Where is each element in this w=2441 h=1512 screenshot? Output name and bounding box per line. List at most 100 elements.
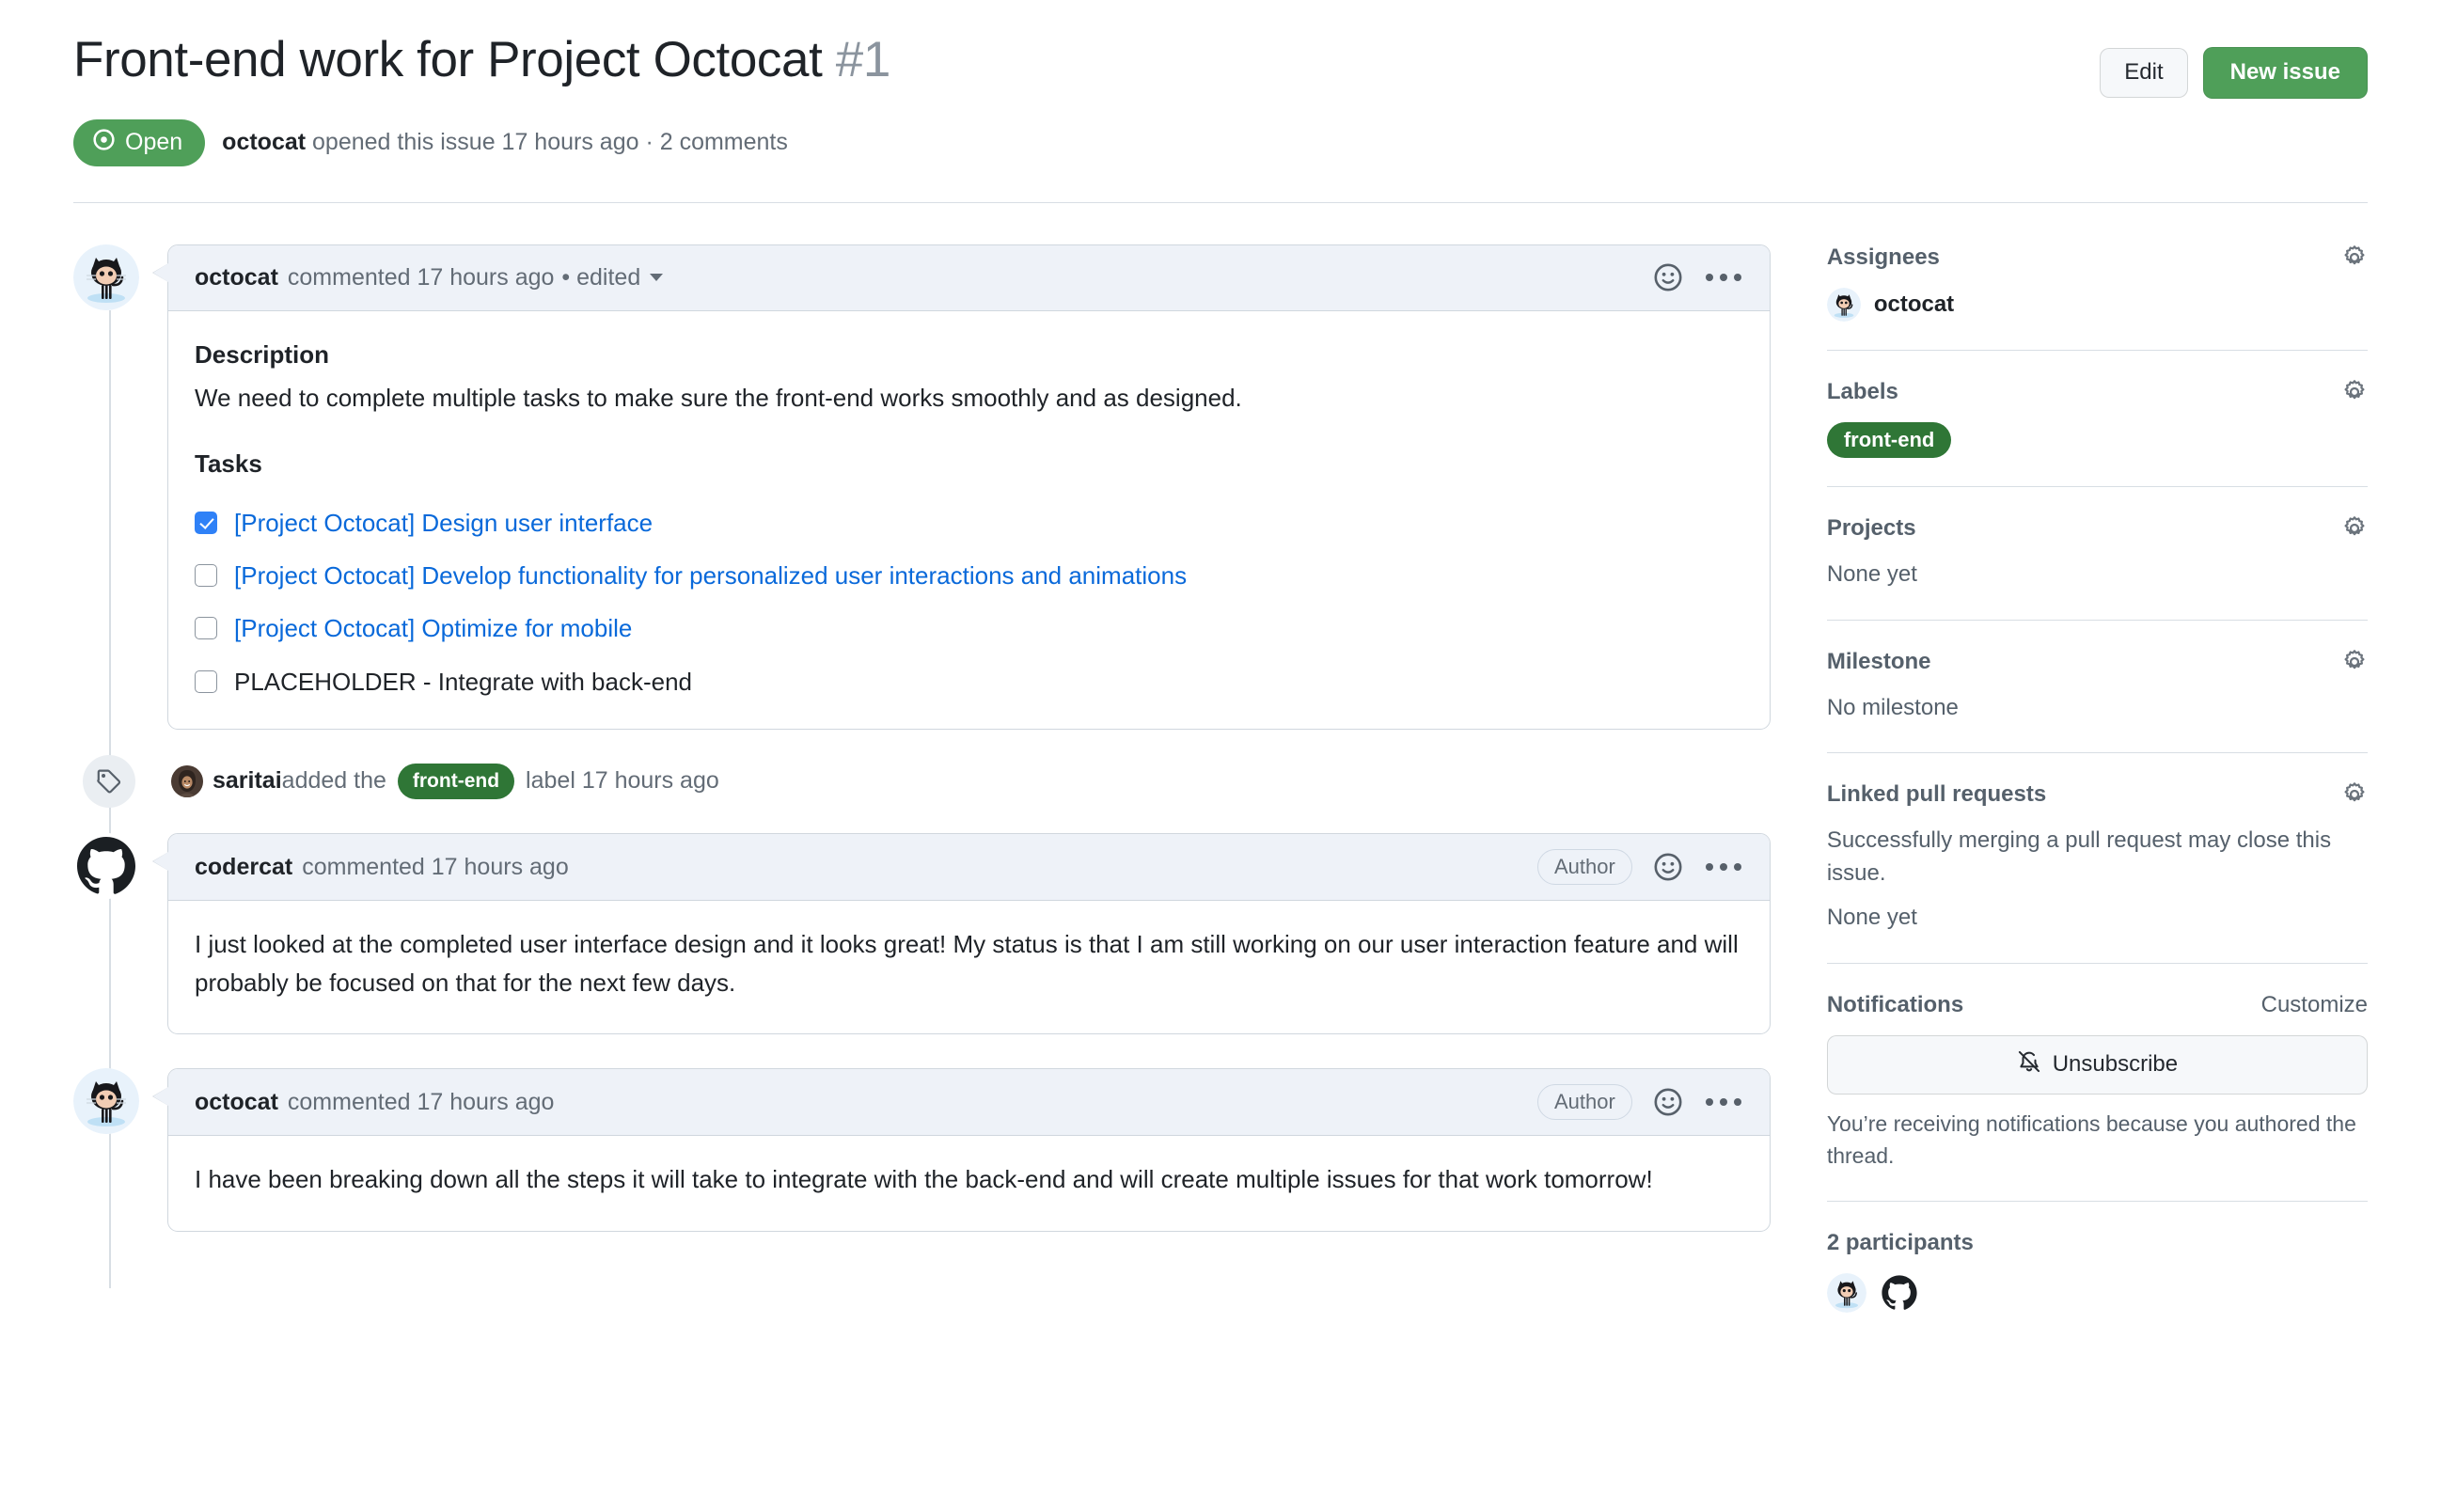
milestone-value: No milestone xyxy=(1826,694,1959,720)
sidebar-section-linked-prs: Linked pull requests Successfully mergin… xyxy=(1826,781,2368,964)
issue-page: Front-end work for Project Octocat #1 Ed… xyxy=(0,0,2441,1512)
task-checkbox[interactable] xyxy=(195,564,217,588)
task-list: [Project Octocat] Design user interface … xyxy=(195,504,1743,701)
title-row: Front-end work for Project Octocat #1 Ed… xyxy=(73,30,2368,99)
gear-icon[interactable] xyxy=(2341,244,2368,271)
author-badge: Author xyxy=(1537,848,1632,886)
comment-edited[interactable]: • edited xyxy=(561,263,664,291)
avatar-codercat[interactable] xyxy=(1879,1272,1919,1313)
projects-value: None yet xyxy=(1826,560,1917,587)
avatar-saritai[interactable] xyxy=(171,764,203,797)
task-label[interactable]: [Project Octocat] Develop functionality … xyxy=(234,557,1187,594)
participants-avatars xyxy=(1826,1272,2368,1313)
reaction-smiley-icon[interactable] xyxy=(1653,262,1683,292)
gear-icon[interactable] xyxy=(2341,379,2368,405)
status-badge: Open xyxy=(73,118,206,166)
sidebar-section-header: Milestone xyxy=(1827,649,2368,675)
comment-timestamp: commented 17 hours ago xyxy=(302,853,569,880)
comment-menu-icon[interactable] xyxy=(1704,1093,1743,1111)
comment-menu-icon[interactable] xyxy=(1704,268,1743,287)
comment-author[interactable]: codercat xyxy=(195,854,292,881)
event-post-text: label 17 hours ago xyxy=(526,767,719,795)
sidebar-section-projects: Projects None yet xyxy=(1826,515,2368,621)
chevron-down-icon xyxy=(650,274,664,282)
sidebar-section-header: Notifications Customize xyxy=(1827,992,2368,1018)
edit-button[interactable]: Edit xyxy=(2100,48,2188,98)
event-actor[interactable]: saritai xyxy=(213,767,282,795)
unsubscribe-label: Unsubscribe xyxy=(2052,1051,2179,1078)
issue-content: octocat commented 17 hours ago • edited xyxy=(0,244,2441,1369)
sidebar-section-header: Labels xyxy=(1827,379,2368,405)
timeline-gap xyxy=(73,1033,1771,1068)
comment-body: I have been breaking down all the steps … xyxy=(195,1165,1653,1194)
sidebar-title-labels: Labels xyxy=(1826,378,1898,404)
label-badge[interactable]: front-end xyxy=(397,764,515,799)
timeline-rail xyxy=(109,1033,111,1068)
task-item: [Project Octocat] Develop functionality … xyxy=(195,557,1743,594)
sidebar-section-labels: Labels front-end xyxy=(1826,379,2368,487)
sidebar-title-assignees: Assignees xyxy=(1826,244,1940,270)
sidebar-section-header: Assignees xyxy=(1827,244,2368,271)
issue-author-link[interactable]: octocat xyxy=(222,129,306,155)
gear-icon[interactable] xyxy=(2341,515,2368,542)
task-label[interactable]: [Project Octocat] Design user interface xyxy=(234,504,653,542)
avatar-octocat[interactable] xyxy=(1826,287,1861,322)
sidebar-section-header: Projects xyxy=(1827,515,2368,542)
linked-prs-value: None yet xyxy=(1826,904,1917,930)
comment-box: octocat commented 17 hours ago Author I … xyxy=(152,1067,1771,1232)
issue-open-icon xyxy=(92,128,116,158)
comment-box: octocat commented 17 hours ago • edited xyxy=(152,244,1771,730)
comment-menu-icon[interactable] xyxy=(1704,858,1743,876)
comment-header: codercat commented 17 hours ago Author xyxy=(168,833,1770,902)
issue-meta-text: octocat opened this issue 17 hours ago ·… xyxy=(222,129,788,156)
avatar-octocat[interactable] xyxy=(1826,1272,1866,1313)
customize-notifications-link[interactable]: Customize xyxy=(2261,992,2368,1018)
sidebar-title-projects: Projects xyxy=(1826,514,1916,541)
assignee-row: octocat xyxy=(1826,287,2368,322)
gear-icon[interactable] xyxy=(2341,649,2368,675)
sidebar-section-notifications: Notifications Customize Unsubscribe You’… xyxy=(1826,992,2368,1202)
assignee-name[interactable]: octocat xyxy=(1874,291,1954,318)
task-checkbox[interactable] xyxy=(195,511,217,534)
comment-byline: codercat commented 17 hours ago xyxy=(195,854,569,881)
participants-title: 2 participants xyxy=(1826,1229,1974,1255)
comment-box: codercat commented 17 hours ago Author I… xyxy=(152,832,1771,1034)
timeline-comment-1: octocat commented 17 hours ago • edited xyxy=(73,244,1771,764)
issue-number: #1 xyxy=(835,32,891,87)
gear-icon[interactable] xyxy=(2341,781,2368,808)
unsubscribe-button[interactable]: Unsubscribe xyxy=(1826,1034,2368,1095)
task-label: PLACEHOLDER - Integrate with back-end xyxy=(234,667,692,696)
issue-header: Front-end work for Project Octocat #1 Ed… xyxy=(0,0,2441,202)
sidebar-title-notifications: Notifications xyxy=(1826,991,1964,1017)
comment-author[interactable]: octocat xyxy=(195,264,278,291)
sidebar-section-milestone: Milestone No milestone xyxy=(1826,649,2368,754)
timeline-comment-3: octocat commented 17 hours ago Author I … xyxy=(73,1067,1771,1288)
task-item: PLACEHOLDER - Integrate with back-end xyxy=(195,663,1743,701)
tag-icon xyxy=(83,754,135,808)
comment-byline: octocat commented 17 hours ago xyxy=(195,1089,554,1116)
label-badge[interactable]: front-end xyxy=(1826,421,1952,458)
comment-timestamp: commented 17 hours ago xyxy=(287,263,555,291)
task-checkbox[interactable] xyxy=(195,669,217,693)
task-label[interactable]: [Project Octocat] Optimize for mobile xyxy=(234,609,632,647)
description-text: We need to complete multiple tasks to ma… xyxy=(195,384,1242,413)
comment-edited-label: • edited xyxy=(561,263,641,291)
avatar-octocat[interactable] xyxy=(73,244,139,310)
task-checkbox[interactable] xyxy=(195,617,217,640)
avatar-column xyxy=(73,832,167,1034)
task-item: [Project Octocat] Design user interface xyxy=(195,504,1743,542)
event-icon-column xyxy=(73,754,167,808)
reaction-smiley-icon[interactable] xyxy=(1653,852,1683,882)
comment-actions: Author xyxy=(1537,848,1743,886)
reaction-smiley-icon[interactable] xyxy=(1653,1087,1683,1117)
avatar-codercat[interactable] xyxy=(73,832,139,899)
sidebar-title-linked-prs: Linked pull requests xyxy=(1826,781,2047,808)
header-divider xyxy=(73,201,2368,203)
comment-author[interactable]: octocat xyxy=(195,1089,278,1116)
avatar-octocat[interactable] xyxy=(73,1067,139,1134)
event-text: saritai added the front-end label 17 hou… xyxy=(171,764,719,799)
status-badge-label: Open xyxy=(125,129,183,156)
avatar-column xyxy=(73,1067,167,1232)
tasks-heading: Tasks xyxy=(195,449,262,479)
new-issue-button[interactable]: New issue xyxy=(2202,47,2368,99)
